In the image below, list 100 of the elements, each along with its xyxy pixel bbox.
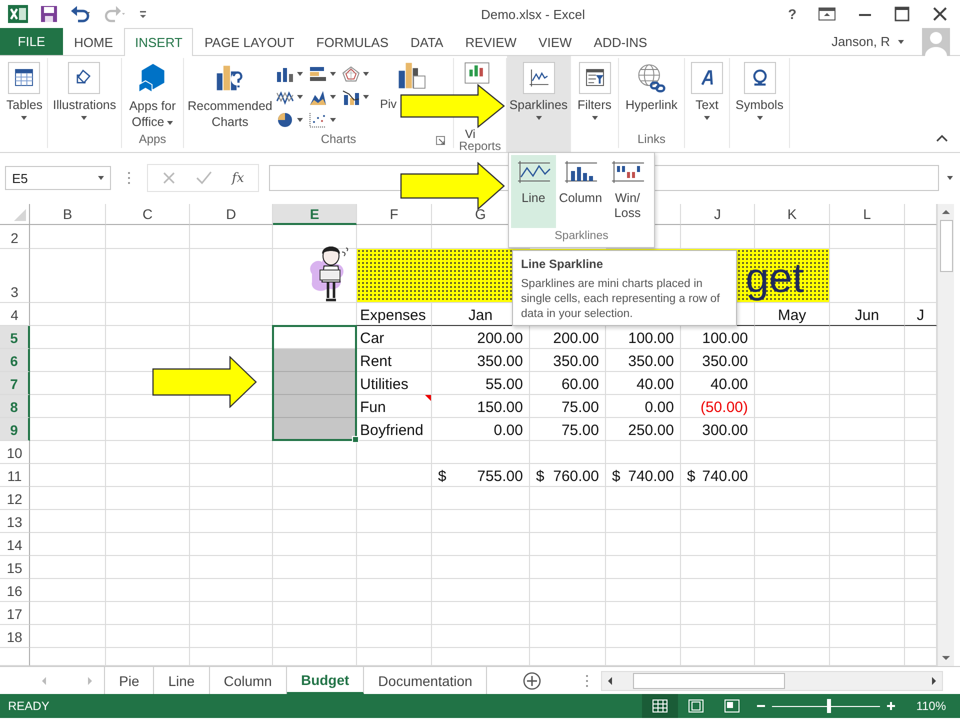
zoom-in-icon[interactable] [886,701,896,711]
col-letter[interactable]: L [830,204,905,225]
ribbon-tab[interactable]: FORMULAS [305,28,400,56]
caret-icon[interactable] [330,118,336,122]
table-cell: May [755,303,830,326]
col-letter[interactable]: C [106,204,190,225]
illustrations-button[interactable]: Illustrations [50,62,118,120]
sparklines-button[interactable]: Sparklines [507,62,570,120]
bar-chart-icon[interactable] [309,66,327,82]
ribbon-tab[interactable]: ADD-INS [582,28,658,56]
horizontal-scrollbar[interactable] [601,670,944,690]
close-icon[interactable] [932,6,948,22]
area-chart-icon[interactable] [309,88,327,104]
group-label: Apps [138,132,166,146]
row-number[interactable]: 14 [0,533,30,556]
scroll-down-icon[interactable] [941,654,951,662]
scrollbar-thumb[interactable] [940,220,952,272]
row-number[interactable]: 15 [0,556,30,579]
user-name[interactable]: Janson, R [831,34,890,49]
new-sheet-icon[interactable] [523,672,542,690]
caret-icon[interactable] [898,40,904,44]
name-box[interactable]: E5 [5,166,111,190]
caret-icon[interactable] [297,72,303,76]
row-number[interactable]: 16 [0,579,30,602]
col-letter[interactable]: B [30,204,106,225]
pivotchart-button[interactable]: Piv [380,97,397,111]
col-letter[interactable]: E [273,204,357,225]
row-number[interactable]: 6 [0,349,30,372]
apps-for-office-button[interactable]: Apps for Office [122,62,182,130]
help-button[interactable]: ? [788,6,797,22]
excel-logo-icon[interactable] [8,5,28,23]
ribbon-tab[interactable]: DATA [400,28,454,56]
symbols-button[interactable]: Symbols [734,62,786,120]
pivot-chart-icon[interactable] [396,62,426,90]
ribbon-display-icon[interactable] [818,7,836,21]
caret-icon[interactable] [297,118,303,122]
insert-function-button[interactable]: fx [232,170,244,186]
line-chart-icon[interactable] [276,88,294,104]
file-tab[interactable]: FILE [0,28,63,55]
vertical-scrollbar[interactable] [937,204,954,666]
row-number[interactable]: 2 [0,225,30,249]
ribbon-tab[interactable]: HOME [63,28,124,56]
cell-selection[interactable] [272,325,357,441]
caret-icon[interactable] [297,94,303,98]
caret-icon[interactable] [947,176,953,180]
scroll-up-icon[interactable] [941,208,951,216]
table-cell: 250.00 [606,418,681,441]
caret-icon[interactable] [363,72,369,76]
row-number[interactable]: 7 [0,372,30,395]
table-cell: 150.00 [432,395,530,418]
currency-symbol: $ [687,468,696,485]
ribbon-tab[interactable]: PAGE LAYOUT [193,28,306,56]
column-chart-icon[interactable] [276,66,294,82]
row-number[interactable]: 9 [0,418,30,441]
fill-handle[interactable] [352,436,359,443]
scrollbar-thumb[interactable] [633,672,786,688]
save-icon[interactable] [40,5,58,23]
undo-icon[interactable] [70,5,92,23]
hyperlink-button[interactable]: Hyperlink [623,62,680,112]
row-number[interactable]: 5 [0,326,30,349]
shapes-icon [68,62,100,94]
table-cell: Jun [830,303,905,326]
ribbon-tab[interactable]: REVIEW [454,28,528,56]
currency-symbol: $ [438,468,446,485]
win-loss-sparkline-button[interactable]: Win/ Loss [605,155,650,228]
line-sparkline-button[interactable]: Line [511,155,556,228]
pie-chart-icon[interactable] [276,112,294,128]
row-number[interactable]: 17 [0,602,30,625]
col-letter[interactable]: F [357,204,432,225]
collapse-ribbon-icon[interactable] [936,134,948,142]
column-sparkline-button[interactable]: Column [558,155,603,228]
ribbon-tab[interactable]: VIEW [528,28,583,56]
col-letter[interactable]: K [755,204,830,225]
row-number[interactable]: 18 [0,625,30,648]
row-number[interactable]: 13 [0,510,30,533]
table-cell: 75.00 [530,395,606,418]
row-number[interactable]: 3 [0,249,30,303]
normal-view-button[interactable] [642,694,678,718]
tables-button[interactable]: Tables [4,62,45,120]
caret-icon[interactable] [363,94,369,98]
zoom-level[interactable]: 110% [916,699,946,713]
caret-icon[interactable] [330,72,336,76]
radar-chart-icon[interactable] [342,66,360,82]
recommended-charts-button[interactable]: Recommended Charts [184,62,276,130]
row-number[interactable]: 8 [0,395,30,418]
row-number[interactable]: 12 [0,487,30,510]
row-number[interactable]: 10 [0,441,30,464]
maximize-icon[interactable] [894,6,910,22]
text-button[interactable]: Text [689,62,725,120]
filters-button[interactable]: Filters [575,62,614,120]
row-number[interactable]: 11 [0,464,30,487]
slider-thumb[interactable] [827,699,832,713]
combo-chart-icon[interactable] [342,88,360,104]
scatter-chart-icon[interactable] [309,112,327,128]
report-icon[interactable] [464,62,490,84]
power-view-button[interactable]: Vi [465,129,476,140]
ribbon-tab[interactable]: INSERT [124,28,194,56]
col-letter[interactable]: J [681,204,755,225]
caret-icon[interactable] [330,94,336,98]
dialog-launcher-icon[interactable] [436,136,445,145]
